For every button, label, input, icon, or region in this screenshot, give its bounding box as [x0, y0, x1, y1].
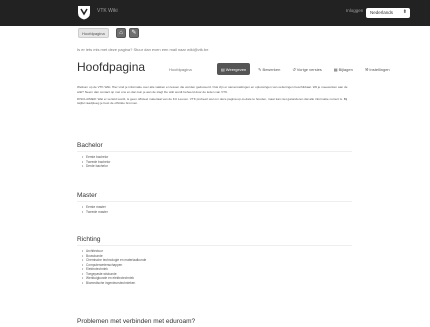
tab-vorige-versies[interactable]: ↺ Vorige versies [288, 63, 325, 75]
edit-icon: ✎ [131, 30, 137, 36]
login-link[interactable]: Inloggen [346, 8, 363, 13]
section-title: Richting [77, 236, 101, 243]
section-richting: Richting Architectuur Bouwkunde Chemisch… [77, 236, 352, 285]
breadcrumb-hoofdpagina[interactable]: Hoofdpagina [78, 28, 109, 38]
list-item[interactable]: Tweede master [82, 210, 352, 215]
divider [77, 245, 352, 246]
file-text-icon: ▦ [333, 66, 338, 72]
pencil-icon: ✎ [258, 66, 262, 72]
section-eduroam: Problemen met verbinden met eduroam? [77, 318, 195, 325]
tab-weergeven[interactable]: ▤ Weergeven [217, 63, 251, 75]
divider [77, 201, 352, 202]
history-icon: ↺ [292, 66, 296, 72]
select-arrows-icon: ⬍ [402, 9, 407, 15]
language-selected-value: Nederlands [370, 10, 394, 15]
link-list: Architectuur Bouwkunde Chemische technol… [82, 249, 352, 285]
site-title[interactable]: VTK Wiki [97, 8, 118, 14]
section-master: Master Eerste master Tweede master [77, 192, 352, 214]
section-title: Master [77, 192, 97, 199]
top-navbar: VTK Wiki Inloggen Nederlands ⬍ [0, 0, 430, 26]
notice-text: Is er iets mis met deze pagina? Stuur da… [77, 47, 209, 52]
page-tabs: ▤ Weergeven ✎ Bewerken ↺ Vorige versies … [217, 63, 394, 75]
tab-instellingen[interactable]: ⚒ Instellingen [361, 63, 394, 75]
tab-label: Weergeven [225, 66, 247, 72]
link-list: Eerste bachelor Tweede bachelor Derde ba… [82, 155, 352, 169]
wrench-icon: ⚒ [364, 66, 369, 72]
divider [77, 151, 352, 152]
tab-label: Bijlagen [338, 66, 353, 72]
link-list: Eerste master Tweede master [82, 205, 352, 214]
language-select[interactable]: Nederlands ⬍ [366, 8, 410, 18]
edit-button[interactable]: ✎ [129, 28, 139, 38]
tab-bijlagen[interactable]: ▦ Bijlagen [330, 63, 357, 75]
tab-label: Vorige versies [296, 66, 322, 72]
home-button[interactable]: ⌂ [116, 28, 126, 38]
file-icon: ▤ [221, 66, 225, 72]
tab-bewerken[interactable]: ✎ Bewerken [254, 63, 284, 75]
page-subtitle: Hoofdpagina [169, 67, 192, 72]
intro-paragraph: Welkom op de VTK Wiki. Hier vind je info… [77, 85, 348, 94]
tab-label: Bewerken [262, 66, 281, 72]
vtk-shield-logo[interactable] [77, 5, 91, 20]
section-title: Bachelor [77, 142, 103, 149]
home-icon: ⌂ [119, 30, 123, 36]
disclaimer-paragraph: DISCLAIMER: Wat er verteld wordt, is gee… [77, 96, 348, 106]
tab-label: Instellingen [369, 66, 390, 72]
section-title: Problemen met verbinden met eduroam? [77, 318, 196, 325]
page-title: Hoofdpagina [77, 60, 146, 74]
intro-text: Welkom op de VTK Wiki. Hier vind je info… [77, 85, 352, 108]
section-bachelor: Bachelor Eerste bachelor Tweede bachelor… [77, 142, 352, 169]
list-item[interactable]: Biomedische ingenieurstechnieken [82, 281, 352, 286]
list-item[interactable]: Derde bachelor [82, 164, 352, 169]
